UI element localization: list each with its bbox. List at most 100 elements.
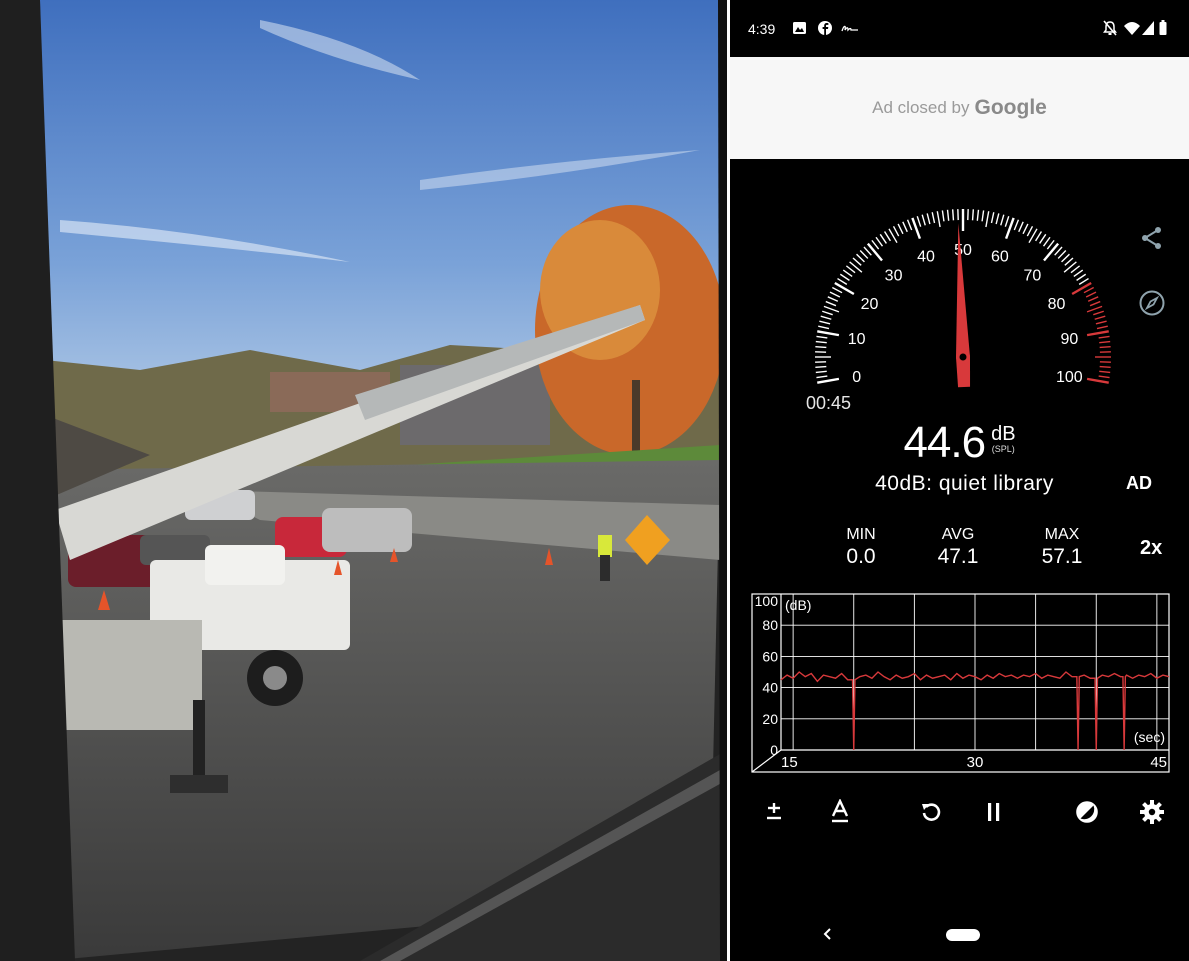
share-icon[interactable]	[1139, 225, 1165, 251]
gauge-tick	[1022, 223, 1029, 235]
pause-button[interactable]	[974, 790, 1014, 834]
back-icon[interactable]	[822, 925, 834, 943]
chart-y-label: (dB)	[785, 597, 811, 613]
stat-avg-value: 47.1	[937, 545, 979, 568]
chart-x-tick-label: 45	[1150, 754, 1167, 771]
gauge-tick	[1098, 375, 1110, 379]
reading-unit-block: dB (SPL)	[991, 424, 1015, 454]
gauge-tick	[906, 219, 913, 231]
stat-avg-label: AVG	[941, 526, 975, 543]
status-time: 4:39	[748, 21, 776, 37]
reading-value: 44.6	[903, 418, 986, 467]
gauge-tick	[941, 210, 945, 222]
gauge-tick	[897, 223, 904, 235]
gauge-tick	[852, 257, 862, 266]
gauge-tick	[1096, 325, 1108, 330]
gauge-tick	[816, 335, 828, 339]
phone-screen: 4:39 Ad closed by Google 0 10 20 30 40 5…	[730, 0, 1189, 961]
stat-max: MAX 57.1	[1017, 526, 1107, 569]
gauge-tick	[1026, 225, 1034, 237]
gauge-tick	[829, 291, 841, 298]
gauge-tick	[831, 286, 843, 294]
gauge-tick	[879, 233, 887, 244]
compass-icon[interactable]	[1138, 289, 1166, 317]
gauge-tick	[995, 213, 1000, 225]
gauge-tick-label: 40	[917, 249, 935, 266]
plus-minus-icon	[767, 803, 781, 820]
stat-min: MIN 0.0	[816, 526, 906, 569]
chart-frame	[751, 593, 1170, 773]
gauge-tick	[1070, 265, 1081, 274]
gauge-tick	[834, 281, 855, 296]
gauge-tick	[1064, 257, 1074, 266]
facebook-icon	[818, 21, 832, 35]
ad-closed-text: Ad closed by	[872, 98, 970, 117]
gauge-tick-label: 50	[954, 242, 972, 259]
gauge-tick	[1004, 216, 1010, 227]
gauge-tick	[1099, 365, 1111, 369]
gauge-tick	[818, 325, 830, 330]
gauge-tick	[916, 216, 922, 227]
theme-button[interactable]	[1067, 790, 1107, 834]
gauge-tick	[981, 210, 985, 222]
calibrate-button[interactable]	[754, 790, 794, 834]
gauge-tick	[976, 209, 980, 221]
gauge-tick	[1061, 253, 1070, 263]
gauge-tick	[820, 315, 832, 320]
gauge-tick	[875, 236, 884, 247]
gauge-tick	[839, 273, 850, 281]
chart-y-tick-label: 100	[755, 593, 779, 609]
gauge-tick-label: 0	[852, 369, 861, 386]
decibel-history-chart: 100 80 60 40 20 015 30 45 (dB) (sec)	[751, 593, 1170, 773]
gauge-tick	[1057, 250, 1067, 259]
ad-toggle-button[interactable]: AD	[1126, 473, 1152, 494]
gauge-tick-label: 20	[861, 296, 879, 313]
gauge-tick	[1089, 300, 1101, 307]
chart-y-tick-label: 0	[770, 742, 778, 758]
gauge-tick	[946, 209, 950, 221]
reading-weighting: (SPL)	[991, 444, 1015, 454]
gauge-tick-label: 60	[991, 249, 1009, 266]
gauge-tick	[936, 211, 941, 228]
gauge-tick	[971, 209, 975, 221]
gauge-tick	[823, 305, 840, 313]
stat-min-value: 0.0	[846, 545, 876, 568]
gauge-tick	[1086, 377, 1109, 384]
reset-button[interactable]	[911, 790, 951, 834]
pause-icon	[988, 803, 1000, 821]
settings-button[interactable]	[1132, 790, 1172, 834]
gauge-tick	[819, 320, 831, 325]
signature-notification-icon	[841, 25, 858, 32]
reset-icon	[922, 803, 941, 821]
contrast-icon	[1076, 801, 1098, 823]
gauge-tick	[827, 296, 839, 302]
gauge-tick	[1095, 320, 1107, 325]
chart-y-tick-label: 40	[762, 680, 778, 696]
gauge-tick	[1094, 315, 1106, 320]
home-pill[interactable]	[946, 929, 980, 941]
gauge-tick	[856, 253, 865, 263]
stat-min-label: MIN	[846, 526, 876, 543]
chart-y-tick-label: 80	[762, 617, 778, 633]
ad-banner[interactable]: Ad closed by Google	[730, 57, 1189, 159]
gauge-tick	[1018, 221, 1024, 233]
chart-y-tick-label: 60	[762, 648, 778, 664]
gauge-tick-label: 70	[1024, 267, 1042, 284]
gauge-tick	[1073, 269, 1084, 278]
gauge-tick	[1099, 345, 1111, 349]
speed-toggle-button[interactable]: 2x	[1140, 537, 1162, 560]
system-nav-bar	[730, 905, 1189, 961]
gauge-tick	[1039, 233, 1047, 244]
gauge-tick	[871, 239, 880, 250]
ad-brand: Google	[974, 96, 1047, 119]
sound-level-gauge: 0 10 20 30 40 50 60 70 80 90 100	[815, 209, 1111, 388]
gauge-tick	[866, 242, 883, 262]
gauge-tick	[902, 221, 908, 233]
weighting-button[interactable]	[820, 790, 860, 834]
gauge-tick	[815, 340, 827, 344]
chart-x-tick-label: 15	[781, 754, 798, 771]
elapsed-time: 00:45	[806, 393, 852, 413]
chart-y-tick-label: 20	[762, 711, 778, 727]
stat-max-value: 57.1	[1041, 545, 1083, 568]
gauge-tick	[1035, 231, 1043, 242]
